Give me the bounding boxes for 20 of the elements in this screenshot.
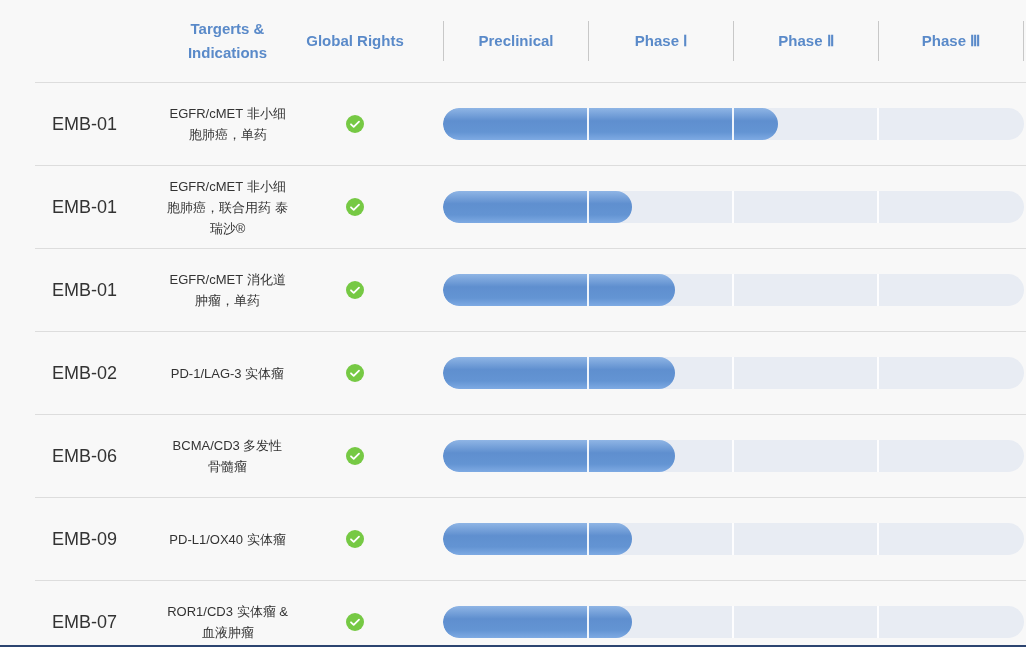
indication-text: EGFR/cMET 非小细胞肺癌，单药 bbox=[168, 105, 287, 144]
phase-header: Phase Ⅱ bbox=[778, 31, 834, 51]
drug-name: EMB-09 bbox=[51, 528, 119, 550]
drug-name: EMB-06 bbox=[51, 445, 119, 467]
indication-text: EGFR/cMET 非小细胞肺癌，联合用药 泰瑞沙® bbox=[166, 177, 289, 238]
column-header: Global Rights bbox=[305, 31, 405, 51]
indication-text: PD-L1/OX40 实体瘤 bbox=[168, 530, 287, 549]
drug-name: EMB-01 bbox=[51, 196, 119, 218]
phase-header: Preclinical bbox=[478, 31, 554, 51]
indication-text: ROR1/CD3 实体瘤 & 血液肿瘤 bbox=[166, 603, 289, 642]
indication-text: EGFR/cMET 消化道肿瘤，单药 bbox=[168, 271, 287, 310]
drug-name: EMB-07 bbox=[51, 611, 119, 633]
drug-name: EMB-01 bbox=[51, 279, 119, 301]
column-header: Targerts & Indications bbox=[186, 19, 269, 63]
phase-header: Phase Ⅲ bbox=[921, 31, 981, 51]
indication-text: PD-1/LAG-3 实体瘤 bbox=[169, 364, 286, 383]
drug-name: EMB-01 bbox=[51, 113, 119, 135]
phase-header: Phase Ⅰ bbox=[634, 31, 688, 51]
drug-name: EMB-02 bbox=[51, 362, 119, 384]
indication-text: BCMA/CD3 多发性骨髓瘤 bbox=[171, 437, 284, 476]
